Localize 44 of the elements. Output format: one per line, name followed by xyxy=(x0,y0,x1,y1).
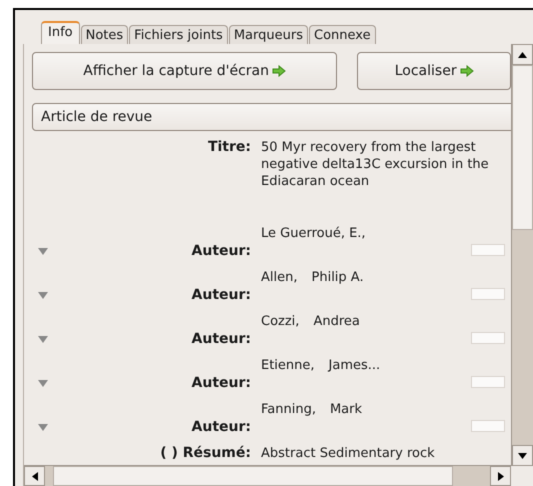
vertical-scrollbar[interactable] xyxy=(511,44,533,466)
creator-name[interactable]: Mark xyxy=(330,401,362,445)
field-label: ( ) Résumé: xyxy=(159,445,251,461)
horizontal-scrollbar[interactable] xyxy=(24,465,511,486)
locate-button[interactable]: Localiser xyxy=(357,52,511,90)
creator-name[interactable]: Etienne, xyxy=(261,357,315,401)
creator-name[interactable]: Andrea xyxy=(313,313,360,357)
field-label: Titre: xyxy=(206,139,251,155)
item-type-dropdown[interactable]: Article de revue xyxy=(32,103,511,131)
scroll-up-icon[interactable] xyxy=(518,52,527,58)
scroll-down-icon[interactable] xyxy=(518,452,527,458)
field-label: Auteur: xyxy=(190,287,251,305)
scroll-left-icon[interactable] xyxy=(32,472,38,480)
creator-mode-toggle[interactable] xyxy=(471,244,505,256)
tab[interactable]: Notes xyxy=(80,25,128,44)
title-value[interactable]: 50 Myr recovery from the largest negative delta13C excursion in the Ediacaran ocean xyxy=(261,139,503,225)
creator-name[interactable]: Philip A. xyxy=(312,269,364,313)
tab[interactable]: Info xyxy=(41,21,80,44)
creator-name[interactable]: Allen, xyxy=(261,269,298,313)
creator-name[interactable]: James... xyxy=(328,357,380,401)
expand-arrow-icon[interactable] xyxy=(38,424,48,431)
field-label: Auteur: xyxy=(190,419,251,437)
expand-arrow-icon[interactable] xyxy=(38,380,48,387)
tab[interactable]: Marqueurs xyxy=(228,25,308,44)
expand-arrow-icon[interactable] xyxy=(38,248,48,255)
arrow-icon xyxy=(272,65,286,77)
arrow-icon xyxy=(460,65,474,77)
creator-mode-toggle[interactable] xyxy=(471,376,505,388)
expand-arrow-icon[interactable] xyxy=(38,292,48,299)
tab[interactable]: Fichiers joints xyxy=(129,25,228,44)
abstract-value[interactable]: Abstract Sedimentary rock xyxy=(261,445,461,463)
creator-mode-toggle[interactable] xyxy=(471,332,505,344)
creator-name[interactable]: Le Guerroué, E., xyxy=(261,225,366,269)
creator-name[interactable]: Fanning, xyxy=(261,401,316,445)
field-label: Auteur: xyxy=(190,375,251,393)
tab[interactable]: Connexe xyxy=(309,25,376,44)
scroll-right-icon[interactable] xyxy=(498,472,504,480)
expand-arrow-icon[interactable] xyxy=(38,336,48,343)
view-snapshot-button[interactable]: Afficher la capture d'écran xyxy=(32,52,338,90)
field-label: Auteur: xyxy=(190,331,251,349)
creator-mode-toggle[interactable] xyxy=(471,288,505,300)
creator-name[interactable]: Cozzi, xyxy=(261,313,300,357)
field-label: Auteur: xyxy=(190,243,251,261)
creator-mode-toggle[interactable] xyxy=(471,420,505,432)
